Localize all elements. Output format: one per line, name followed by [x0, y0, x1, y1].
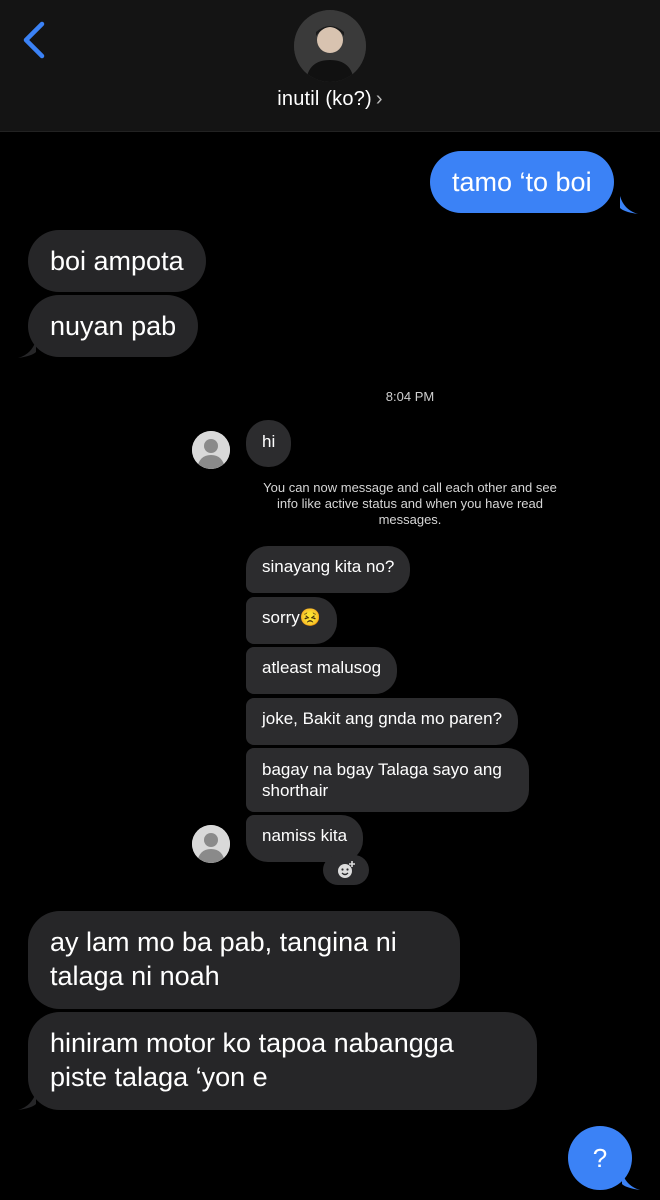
contact-name[interactable]: inutil (ko?) ›	[0, 88, 660, 111]
bubble-tail	[18, 340, 36, 358]
chat-message-text: atleast malusog	[262, 658, 382, 677]
chat-message[interactable]: atleast malusog	[246, 647, 398, 694]
message-text: nuyan pab	[50, 311, 177, 341]
avatar	[192, 825, 230, 863]
message-text: tamo ‘to boi	[452, 167, 592, 197]
back-button[interactable]	[18, 18, 52, 62]
avatar	[192, 431, 230, 469]
message-text: hiniram motor ko tapoa nabangga piste ta…	[50, 1028, 454, 1092]
contact-name-label: inutil (ko?)	[277, 88, 372, 110]
chat-message[interactable]: sinayang kita no?	[246, 546, 411, 593]
add-reaction-button[interactable]	[323, 855, 369, 885]
chat-message-text: hi	[262, 432, 276, 451]
question-mark-icon: ?	[592, 1143, 608, 1173]
chat-message-text: sorry😣	[262, 608, 321, 627]
message-bubble-incoming[interactable]: boi ampota	[28, 230, 206, 292]
add-reaction-icon	[338, 861, 355, 878]
chat-message-text: sinayang kita no?	[262, 557, 395, 576]
chat-message-text: bagay na bgay Talaga sayo ang shorthair	[262, 760, 502, 800]
message-text: boi ampota	[50, 246, 184, 276]
message-bubble-incoming[interactable]: nuyan pab	[28, 295, 199, 357]
message-text: ay lam mo ba pab, tangina ni talaga ni n…	[50, 927, 397, 991]
message-bubble-incoming[interactable]: hiniram motor ko tapoa nabangga piste ta…	[28, 1012, 537, 1110]
timestamp: 8:04 PM	[385, 389, 435, 404]
chat-message-text: joke, Bakit ang gnda mo paren?	[262, 709, 503, 728]
chat-message[interactable]: sorry😣	[246, 597, 337, 644]
privacy-notice: You can now message and call each other …	[263, 480, 557, 527]
bubble-tail	[620, 196, 638, 214]
chat-message-text: namiss kita	[262, 826, 348, 845]
chat-message[interactable]: joke, Bakit ang gnda mo paren?	[246, 698, 519, 745]
chevron-right-icon: ›	[375, 88, 383, 110]
conversation-header: inutil (ko?) ›	[0, 0, 660, 132]
chat-message[interactable]: hi	[246, 420, 292, 467]
message-bubble-incoming[interactable]: ay lam mo ba pab, tangina ni talaga ni n…	[28, 911, 460, 1009]
chevron-left-icon	[23, 21, 45, 59]
chat-message[interactable]: bagay na bgay Talaga sayo ang shorthair	[246, 748, 529, 812]
bubble-tail	[622, 1172, 640, 1190]
contact-avatar[interactable]	[294, 10, 366, 82]
bubble-tail	[18, 1092, 36, 1110]
message-bubble-outgoing[interactable]: tamo ‘to boi	[430, 151, 614, 213]
